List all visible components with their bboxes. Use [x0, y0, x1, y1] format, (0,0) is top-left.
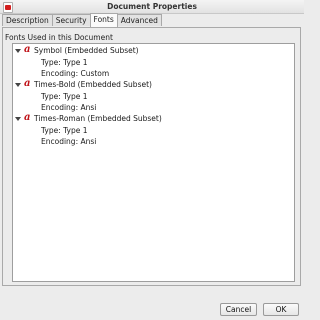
font-type: Type: Type 1 — [41, 126, 88, 135]
title-bar: Document Properties — [0, 0, 304, 14]
fonts-panel: Fonts Used in this Document a Symbol (Em… — [2, 27, 301, 286]
tab-description[interactable]: Description — [2, 14, 53, 26]
tab-advanced[interactable]: Advanced — [116, 14, 162, 26]
font-icon: a — [24, 44, 31, 55]
ok-button[interactable]: OK — [263, 303, 299, 316]
fonts-tree[interactable]: a Symbol (Embedded Subset) Type: Type 1 … — [12, 43, 295, 282]
tree-row[interactable]: a Symbol (Embedded Subset) — [15, 44, 285, 56]
cancel-button[interactable]: Cancel — [220, 303, 257, 316]
expand-toggle-icon[interactable] — [15, 49, 21, 53]
font-icon: a — [24, 78, 31, 89]
font-type: Type: Type 1 — [41, 92, 88, 101]
window-title: Document Properties — [107, 2, 197, 11]
font-encoding: Encoding: Ansi — [41, 103, 97, 112]
tab-bar: Description Security Fonts Advanced — [2, 13, 162, 27]
font-name: Symbol (Embedded Subset) — [34, 46, 139, 55]
expand-toggle-icon[interactable] — [15, 83, 21, 87]
tree-row[interactable]: a Times-Bold (Embedded Subset) — [15, 78, 285, 90]
fonts-group-label: Fonts Used in this Document — [5, 33, 113, 42]
font-icon: a — [24, 112, 31, 123]
font-node-times-bold: a Times-Bold (Embedded Subset) Type: Typ… — [15, 78, 285, 112]
font-node-times-roman: a Times-Roman (Embedded Subset) Type: Ty… — [15, 112, 285, 146]
font-node-symbol: a Symbol (Embedded Subset) Type: Type 1 … — [15, 44, 285, 78]
font-encoding: Encoding: Ansi — [41, 137, 97, 146]
font-name: Times-Roman (Embedded Subset) — [34, 114, 162, 123]
expand-toggle-icon[interactable] — [15, 117, 21, 121]
font-name: Times-Bold (Embedded Subset) — [34, 80, 152, 89]
font-encoding: Encoding: Custom — [41, 69, 110, 78]
font-type: Type: Type 1 — [41, 58, 88, 67]
tab-fonts[interactable]: Fonts — [89, 13, 118, 27]
tab-security[interactable]: Security — [51, 14, 91, 26]
tree-row[interactable]: a Times-Roman (Embedded Subset) — [15, 112, 285, 124]
